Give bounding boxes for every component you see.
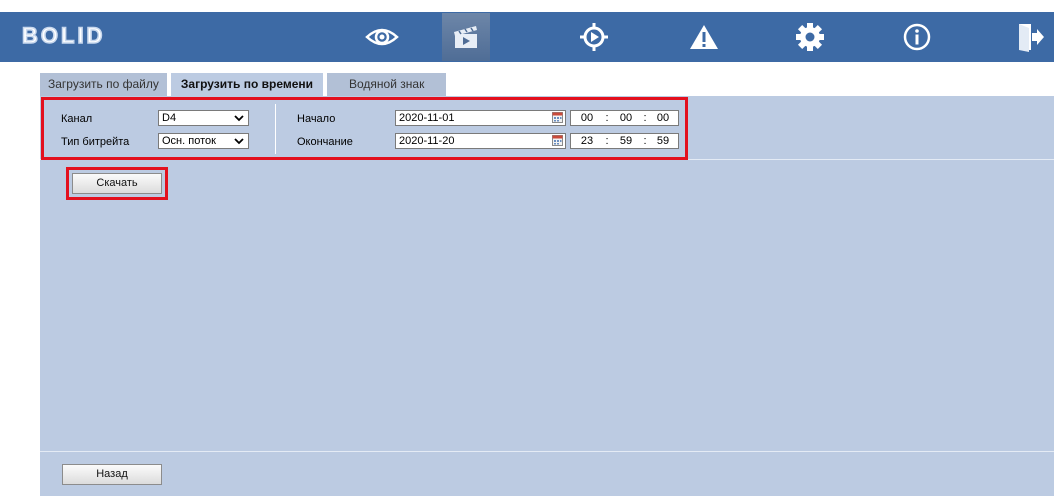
info-icon [903,23,931,51]
tab-download-by-time[interactable]: Загрузить по времени [170,73,328,96]
download-highlight-frame [66,167,168,200]
panel-divider-bottom [40,451,1054,452]
nav-logout[interactable] [1006,13,1054,61]
nav-alarm[interactable] [680,13,728,61]
exit-icon [1019,24,1044,52]
clapperboard-icon [454,26,477,48]
back-button[interactable]: Назад [62,464,162,485]
eye-icon [365,28,399,46]
logo-text: BOLID [21,23,106,49]
nav-playback[interactable] [442,13,490,61]
nav-preview[interactable] [358,13,406,61]
target-play-icon [580,23,608,51]
warning-icon [690,25,718,49]
tab-watermark[interactable]: Водяной знак [327,73,451,96]
tab-download-by-file[interactable]: Загрузить по файлу [40,73,171,96]
nav-ptz[interactable] [570,13,618,61]
nav-info[interactable] [893,13,941,61]
form-highlight-frame [41,97,688,160]
gear-icon [796,23,824,51]
bolid-logo: BOLID [21,23,126,49]
nav-settings[interactable] [786,13,834,61]
tab-bar: Загрузить по файлу Загрузить по времени … [40,73,451,96]
